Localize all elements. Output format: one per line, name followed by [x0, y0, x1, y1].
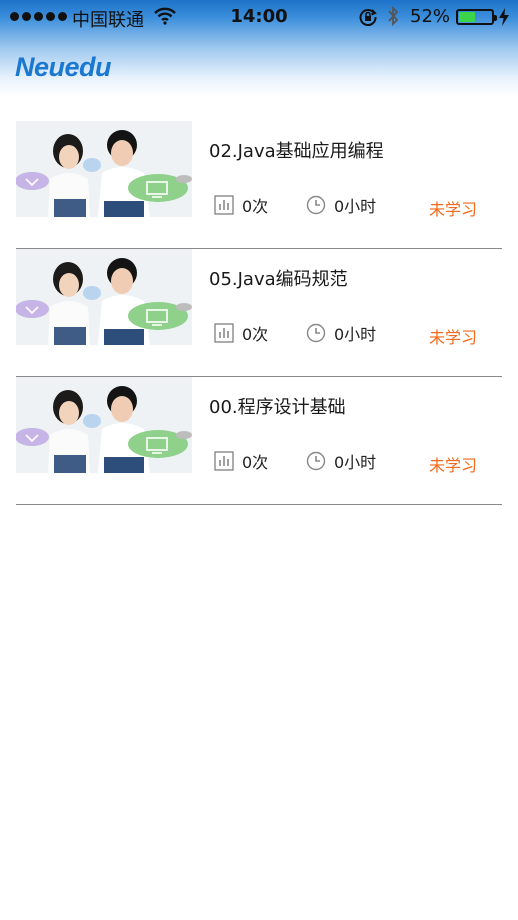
- bar-chart-icon: [214, 323, 234, 343]
- clock-icon: [306, 195, 326, 215]
- study-count: 0次: [214, 449, 268, 473]
- study-count: 0次: [214, 193, 268, 217]
- bluetooth-icon: [386, 5, 400, 32]
- course-list-item[interactable]: 00.程序设计基础 0次 0小时 未学习: [16, 377, 502, 505]
- course-title: 00.程序设计基础: [209, 397, 346, 418]
- status-bar: 中国联通 14:00 52%: [0, 0, 518, 34]
- study-hours-label: 0小时: [334, 325, 377, 344]
- study-count-label: 0次: [242, 197, 269, 216]
- rotation-lock-icon: [358, 7, 378, 32]
- study-count-label: 0次: [242, 325, 269, 344]
- study-status: 未学习: [429, 456, 478, 475]
- course-list-item[interactable]: 05.Java编码规范 0次 0小时 未学习: [16, 249, 502, 377]
- course-thumbnail: [16, 249, 192, 345]
- course-thumbnail: [16, 121, 192, 217]
- battery-fill: [459, 12, 475, 22]
- study-hours-label: 0小时: [334, 197, 377, 216]
- study-hours: 0小时: [306, 449, 376, 473]
- study-status: 未学习: [429, 200, 478, 219]
- app-header: 中国联通 14:00 52% Neuedu: [0, 0, 518, 96]
- battery-percent: 52%: [410, 6, 451, 27]
- study-hours: 0小时: [306, 193, 376, 217]
- bar-chart-icon: [214, 451, 234, 471]
- clock-icon: [306, 323, 326, 343]
- study-status: 未学习: [429, 328, 478, 347]
- study-hours-label: 0小时: [334, 453, 377, 472]
- course-list-item[interactable]: 02.Java基础应用编程 0次 0小时 未学习: [16, 121, 502, 249]
- study-hours: 0小时: [306, 321, 376, 345]
- course-list: 02.Java基础应用编程 0次 0小时 未学习 05.Java编码规范 0次 …: [16, 121, 502, 505]
- study-count-label: 0次: [242, 453, 269, 472]
- charging-bolt-icon: [498, 8, 510, 31]
- course-title: 05.Java编码规范: [209, 269, 348, 290]
- course-title: 02.Java基础应用编程: [209, 141, 384, 162]
- bar-chart-icon: [214, 195, 234, 215]
- clock-icon: [306, 451, 326, 471]
- course-thumbnail: [16, 377, 192, 473]
- battery-icon: [456, 9, 497, 25]
- neuedu-logo: Neuedu: [15, 52, 112, 82]
- study-count: 0次: [214, 321, 268, 345]
